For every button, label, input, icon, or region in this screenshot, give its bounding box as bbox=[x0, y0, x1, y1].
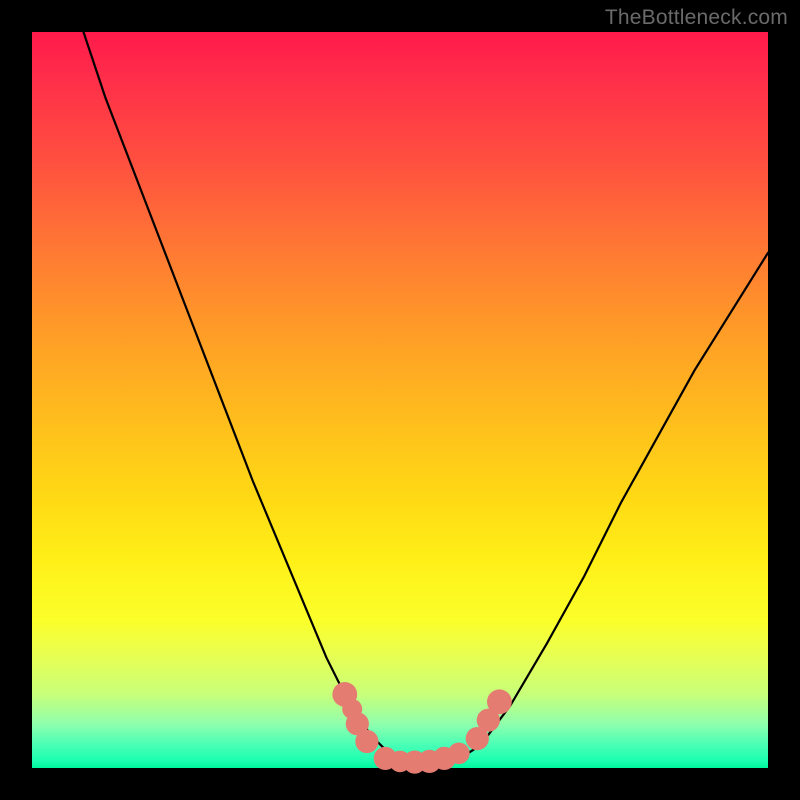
bottleneck-curve bbox=[84, 32, 769, 764]
curve-marker bbox=[448, 743, 470, 765]
plot-area bbox=[32, 32, 768, 768]
curve-markers bbox=[332, 682, 511, 774]
curve-marker bbox=[355, 730, 378, 753]
curve-marker bbox=[487, 689, 512, 714]
chart-frame: TheBottleneck.com bbox=[0, 0, 800, 800]
chart-svg bbox=[32, 32, 768, 768]
watermark-text: TheBottleneck.com bbox=[605, 6, 788, 30]
